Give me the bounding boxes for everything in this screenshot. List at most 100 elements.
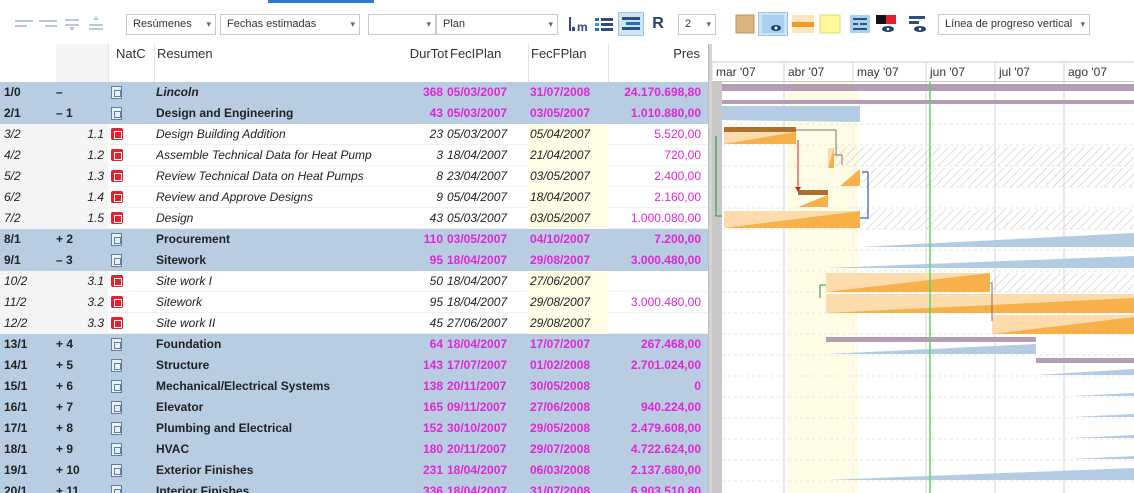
move-down-icon[interactable]: [62, 14, 82, 34]
table-row[interactable]: 18/1 + 9 HVAC 180 20/11/2007 29/07/2008 4.722.…: [0, 439, 708, 460]
row-wbs: – 3: [56, 253, 73, 267]
summary-icon: [111, 485, 122, 493]
summary-bar: [826, 468, 1134, 480]
task-budget: 7.200,00: [654, 232, 701, 246]
indent-icon[interactable]: [38, 14, 58, 34]
table-row[interactable]: 15/1 + 6 Mechanical/Electrical Systems 138 2…: [0, 376, 708, 397]
summary-type-icon: [108, 481, 154, 493]
task-type-icon: [108, 145, 154, 166]
calendar-grid-icon[interactable]: [848, 14, 872, 34]
dates-select[interactable]: Fechas estimadas ▾: [220, 14, 360, 35]
row-number: 19/1: [4, 463, 28, 477]
task-name: Procurement: [156, 232, 231, 246]
row-wbs: + 11: [56, 484, 80, 493]
active-tab-indicator: [268, 0, 374, 3]
summary-icon: [111, 338, 122, 351]
row-wbs: –: [56, 85, 63, 99]
table-row[interactable]: 13/1 + 4 Foundation 64 18/04/2007 17/07/2007 2…: [0, 334, 708, 355]
table-row[interactable]: 12/2 3.3 Site work II 45 27/06/2007 29/08/200…: [0, 313, 708, 334]
task-duration: 64: [429, 337, 443, 351]
task-name: Design and Engineering: [156, 106, 294, 120]
task-finish-date: 18/04/2007: [528, 187, 608, 208]
list-color-icon[interactable]: [592, 14, 616, 34]
color-palette-icon[interactable]: [874, 14, 898, 34]
task-finish-date: 05/04/2007: [528, 124, 608, 145]
table-row[interactable]: 17/1 + 8 Plumbing and Electrical 152 30/10/2…: [0, 418, 708, 439]
chevron-down-icon: ▾: [426, 19, 431, 29]
header-budget[interactable]: Pres: [608, 44, 704, 82]
task-budget: [608, 271, 704, 292]
task-finish-date: 03/05/2007: [528, 208, 608, 229]
table-row[interactable]: 19/1 + 10 Exterior Finishes 231 18/04/2007 06…: [0, 460, 708, 481]
outdent-icon[interactable]: [14, 14, 34, 34]
header-duration[interactable]: DurTot: [394, 44, 448, 82]
row-wbs: 3.2: [56, 292, 108, 313]
color-tan-button[interactable]: [734, 14, 756, 34]
row-wbs: + 4: [56, 337, 74, 351]
table-row[interactable]: 7/2 1.5 Design 43 05/03/2007 03/05/2007 1.000.…: [0, 208, 708, 229]
progress-line-select[interactable]: Línea de progreso vertical ▾: [938, 14, 1090, 35]
task-budget: 0: [694, 379, 701, 393]
task-finish-date: 29/08/2007: [528, 313, 608, 334]
color-yellow-button[interactable]: [818, 14, 842, 34]
row-number: 1/0: [4, 85, 21, 99]
bar-orange-icon[interactable]: [790, 14, 816, 34]
task-name: Design Building Addition: [156, 127, 286, 141]
table-row[interactable]: 10/2 3.1 Site work I 50 18/04/2007 27/06/2007: [0, 271, 708, 292]
table-row[interactable]: 6/2 1.4 Review and Approve Designs 9 05/04/2…: [0, 187, 708, 208]
table-row[interactable]: 1/0 – Lincoln 368 05/03/2007 31/07/2008 24.170…: [0, 82, 708, 103]
summary-icon: [111, 380, 122, 393]
task-name: Site work II: [156, 316, 216, 330]
critical-path-button[interactable]: [618, 12, 644, 36]
summary-icon: [111, 233, 122, 246]
task-finish-date: 04/10/2007: [530, 232, 591, 246]
header-name[interactable]: Resumen: [154, 44, 394, 82]
task-start-date: 27/06/2007: [447, 316, 508, 330]
task-name: Assemble Technical Data for Heat Pump: [156, 148, 372, 162]
row-number: 16/1: [4, 400, 28, 414]
summary-icon: [111, 359, 122, 372]
table-row[interactable]: 8/1 + 2 Procurement 110 03/05/2007 04/10/2007…: [0, 229, 708, 250]
task-name: Sitework: [156, 295, 203, 309]
table-row[interactable]: 20/1 + 11 Interior Finishes 336 18/04/2007 31…: [0, 481, 708, 493]
task-name: Structure: [156, 358, 210, 372]
task-finish-date: 03/05/2007: [528, 166, 608, 187]
task-duration: 152: [422, 421, 443, 435]
table-row[interactable]: 16/1 + 7 Elevator 165 09/11/2007 27/06/2008 94…: [0, 397, 708, 418]
task-start-date: 18/04/2007: [447, 295, 508, 309]
table-row[interactable]: 9/1 – 3 Sitework 95 18/04/2007 29/08/2007 3.00…: [0, 250, 708, 271]
task-budget: 2.400,00: [654, 169, 701, 183]
move-up-icon[interactable]: [86, 14, 106, 34]
view-select[interactable]: Resúmenes ▾: [126, 14, 216, 35]
task-name: HVAC: [156, 442, 190, 456]
slack-hatch: [862, 210, 1134, 229]
summary-type-icon: [108, 334, 154, 355]
task-budget: 2.160,00: [654, 190, 701, 204]
plan-select[interactable]: Plan ▾: [436, 14, 558, 35]
header-finish[interactable]: FecFPlan: [528, 44, 608, 82]
summary-type-icon: [108, 250, 154, 271]
field-select[interactable]: ▾: [368, 14, 436, 35]
task-finish-date: 27/06/2008: [530, 400, 591, 414]
table-row[interactable]: 14/1 + 5 Structure 143 17/07/2007 01/02/2008 2…: [0, 355, 708, 376]
milestone-icon[interactable]: m: [566, 14, 590, 34]
table-row[interactable]: 2/1 – 1 Design and Engineering 43 05/03/2007…: [0, 103, 708, 124]
task-start-date: 05/03/2007: [447, 211, 508, 225]
table-row[interactable]: 4/2 1.2 Assemble Technical Data for Heat P…: [0, 145, 708, 166]
header-nat[interactable]: NatC: [108, 44, 154, 82]
progress-line-icon[interactable]: [906, 14, 930, 34]
task-name: Mechanical/Electrical Systems: [156, 379, 331, 393]
level-select[interactable]: 2 ▾: [678, 14, 716, 35]
task-budget: 1.010.880,00: [630, 106, 701, 120]
month-label: jul '07: [998, 65, 1030, 79]
plan-select-value: Plan: [443, 18, 466, 30]
task-name: Review and Approve Designs: [156, 190, 313, 204]
task-finish-date: 29/05/2008: [530, 421, 591, 435]
r-button[interactable]: R: [648, 14, 668, 34]
table-row[interactable]: 3/2 1.1 Design Building Addition 23 05/03/20…: [0, 124, 708, 145]
view-eye-button[interactable]: [758, 12, 788, 36]
table-row[interactable]: 11/2 3.2 Sitework 95 18/04/2007 29/08/2007 3.0…: [0, 292, 708, 313]
header-start[interactable]: FecIPlan: [448, 44, 528, 82]
level-select-value: 2: [685, 18, 692, 30]
table-row[interactable]: 5/2 1.3 Review Technical Data on Heat Pump…: [0, 166, 708, 187]
